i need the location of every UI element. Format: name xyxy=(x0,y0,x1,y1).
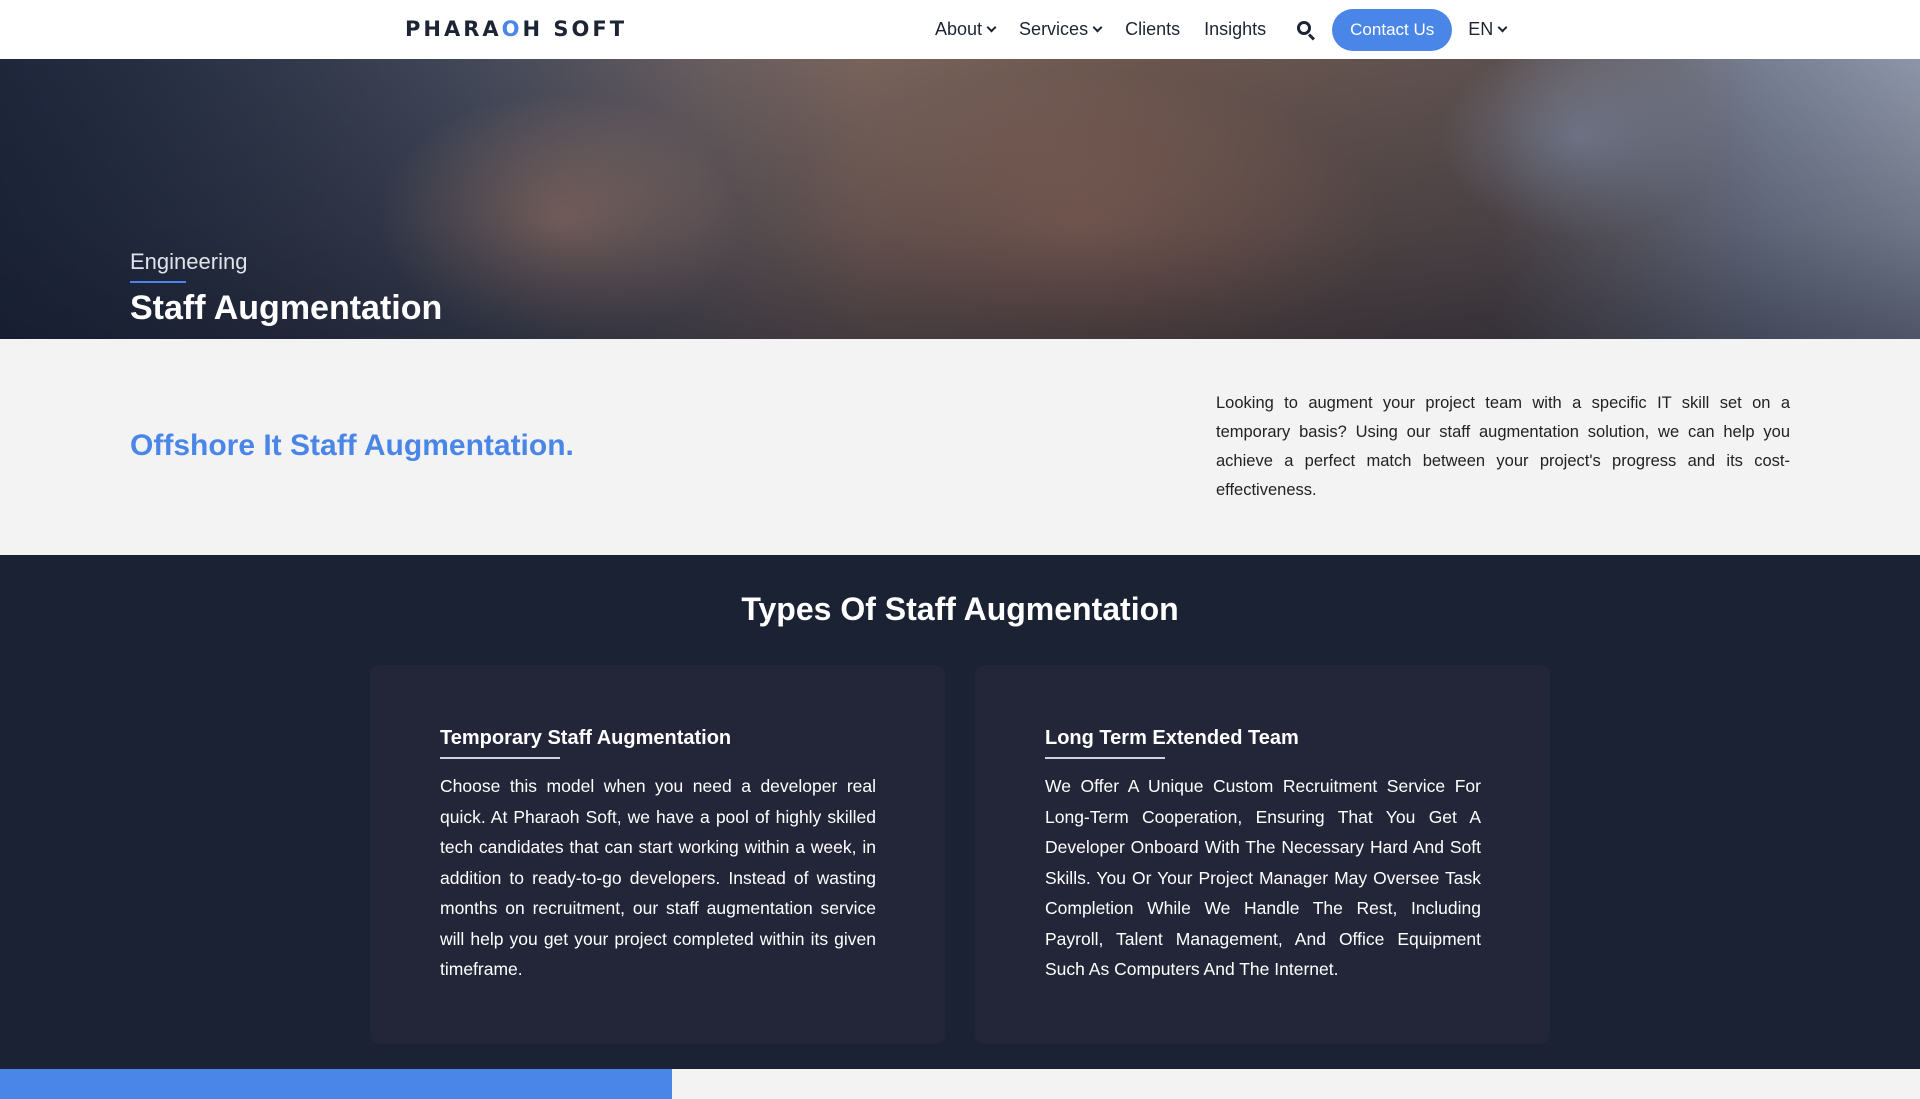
page-title: Staff Augmentation xyxy=(130,289,443,327)
contact-us-button[interactable]: Contact Us xyxy=(1332,8,1453,51)
logo-text-part1: PHARA xyxy=(405,17,502,41)
types-heading: Types Of Staff Augmentation xyxy=(741,591,1179,627)
nav-item-services[interactable]: Services xyxy=(1019,19,1103,40)
card-title: Long Term Extended Team xyxy=(1045,727,1299,749)
nav-item-clients-label: Clients xyxy=(1125,19,1181,39)
nav-item-insights[interactable]: Insights xyxy=(1204,19,1266,40)
chevron-down-icon xyxy=(986,22,997,33)
logo[interactable]: PHARAOH SOFT xyxy=(405,17,627,41)
top-navigation: PHARAOH SOFT About Services Clients Insi… xyxy=(0,0,1920,59)
hero-divider xyxy=(130,281,186,283)
logo-text-accent: O xyxy=(501,17,523,41)
main-menu: About Services Clients Insights Contact … xyxy=(935,0,1508,59)
bottom-accent-bar xyxy=(0,1069,672,1099)
language-selector[interactable]: EN xyxy=(1468,19,1508,40)
card-description: We Offer A Unique Custom Recruitment Ser… xyxy=(1045,776,1481,979)
nav-item-clients[interactable]: Clients xyxy=(1125,19,1180,40)
chevron-down-icon xyxy=(1497,22,1508,33)
chevron-down-icon xyxy=(1092,22,1103,33)
search-icon-handle xyxy=(1308,32,1316,41)
hero-banner: Engineering Staff Augmentation xyxy=(0,59,1920,339)
language-label: EN xyxy=(1468,19,1494,39)
bottom-light-bar xyxy=(672,1069,1920,1099)
search-icon[interactable] xyxy=(1296,20,1316,41)
intro-heading: Offshore It Staff Augmentation. xyxy=(130,429,574,462)
card-temporary-staff-augmentation: Temporary Staff Augmentation Choose this… xyxy=(370,665,945,1044)
intro-section: Offshore It Staff Augmentation. Looking … xyxy=(0,339,1920,555)
nav-item-about-label: About xyxy=(935,19,983,39)
card-long-term-extended-team: Long Term Extended Team We Offer A Uniqu… xyxy=(975,665,1550,1044)
card-title-underline xyxy=(1045,757,1165,759)
nav-item-insights-label: Insights xyxy=(1204,19,1267,39)
logo-text-part2: H SOFT xyxy=(522,17,628,41)
nav-item-about[interactable]: About xyxy=(935,19,997,40)
search-icon-ring xyxy=(1297,20,1312,35)
types-section: Types Of Staff Augmentation Temporary St… xyxy=(0,555,1920,1069)
hero-subtitle: Engineering xyxy=(130,249,248,274)
card-title-underline xyxy=(440,757,560,759)
card-description: Choose this model when you need a develo… xyxy=(440,776,876,979)
intro-description: Looking to augment your project team wit… xyxy=(1216,394,1790,499)
card-title: Temporary Staff Augmentation xyxy=(440,727,732,749)
nav-item-services-label: Services xyxy=(1019,19,1089,39)
